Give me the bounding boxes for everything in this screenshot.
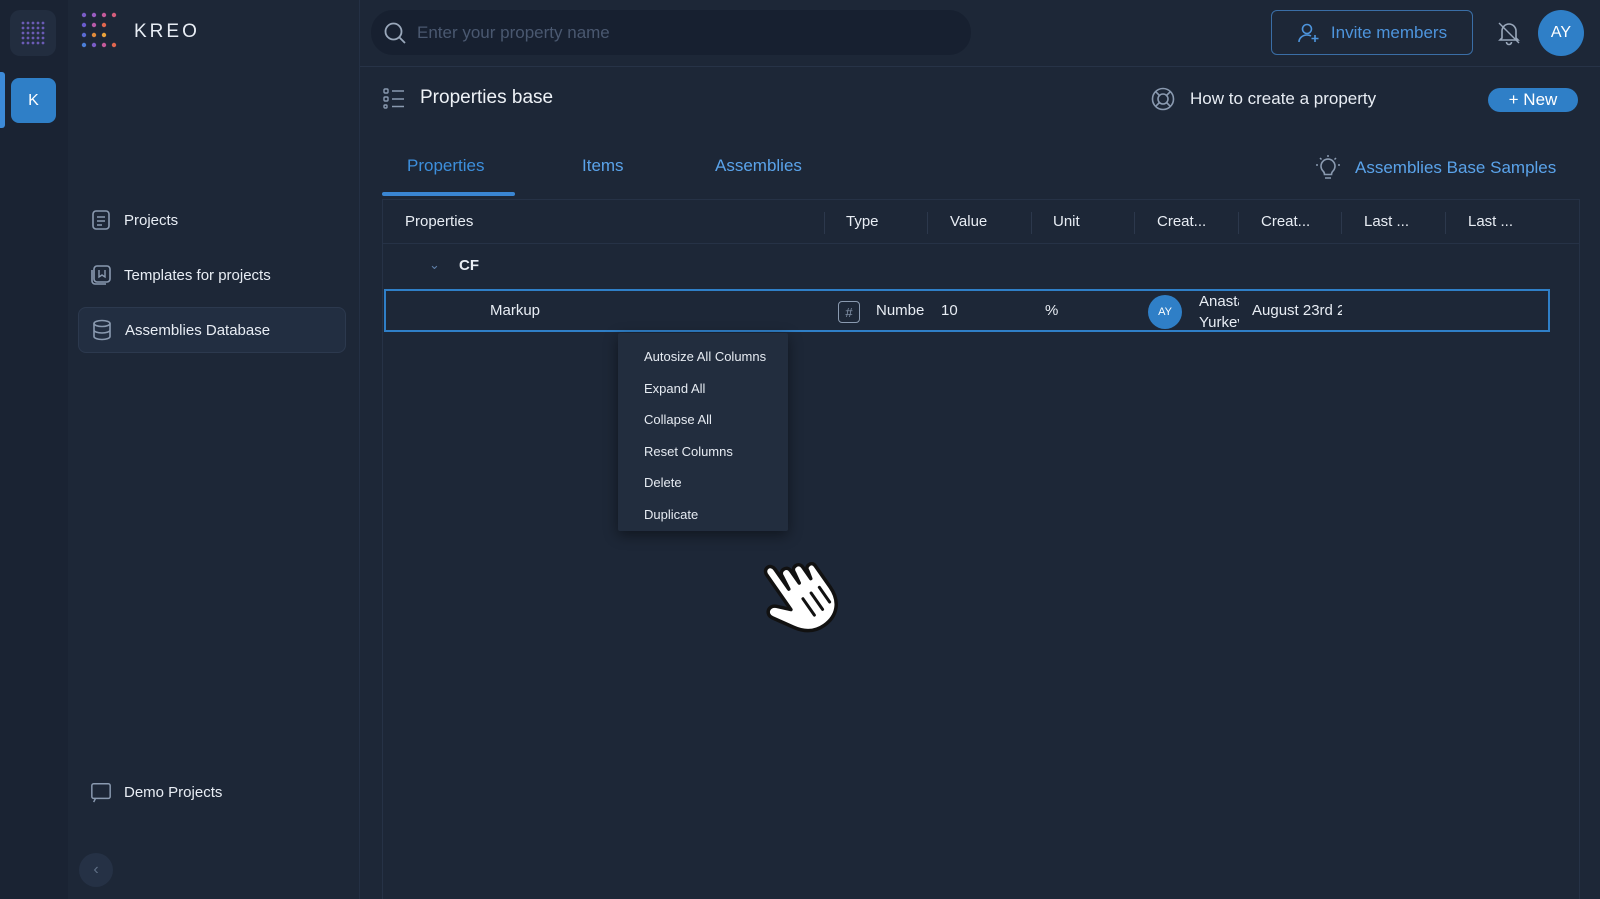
- templates-icon: [90, 264, 112, 286]
- sidebar-item-projects[interactable]: Projects: [78, 197, 346, 243]
- column-separator[interactable]: [927, 212, 928, 234]
- chevron-left-icon: ‹: [93, 861, 99, 878]
- column-header-last-edited-at[interactable]: Last ...: [1468, 213, 1513, 230]
- add-user-icon: [1298, 23, 1319, 42]
- kreo-logo-icon: [81, 12, 117, 48]
- column-separator[interactable]: [1445, 212, 1446, 234]
- chevron-down-icon[interactable]: ⌄: [429, 257, 440, 273]
- group-row[interactable]: ⌄ CF: [383, 244, 1579, 288]
- lightbulb-icon: [1316, 155, 1340, 179]
- tab-properties[interactable]: Properties: [407, 156, 484, 176]
- sidebar-item-label: Assemblies Database: [125, 321, 271, 339]
- search-icon: [384, 22, 406, 44]
- creator-avatar: AY: [1148, 295, 1182, 329]
- column-header-created-at[interactable]: Creat...: [1261, 213, 1310, 230]
- sidebar-item-label: Projects: [124, 211, 179, 229]
- main-content: Properties base How to create a property…: [360, 68, 1600, 899]
- page-header: Properties base: [382, 86, 553, 110]
- creator-first-name: Anastasia: [1199, 293, 1239, 310]
- column-header-last-edited-by[interactable]: Last ...: [1364, 213, 1409, 230]
- list-icon: [383, 88, 404, 109]
- column-separator[interactable]: [1031, 212, 1032, 234]
- column-header-created-by[interactable]: Creat...: [1157, 213, 1206, 230]
- column-separator[interactable]: [1238, 212, 1239, 234]
- grid-header: Properties Type Value Unit Creat... Crea…: [383, 199, 1579, 244]
- page-title: Properties base: [420, 87, 554, 108]
- sidebar-item-label: Demo Projects: [124, 783, 223, 801]
- projects-icon: [90, 209, 112, 231]
- workspace-button[interactable]: K: [11, 78, 56, 123]
- invite-members-button[interactable]: Invite members: [1271, 10, 1473, 55]
- notifications-bell-icon[interactable]: [1496, 20, 1522, 46]
- invite-members-label: Invite members: [1330, 22, 1448, 42]
- samples-link-label: Assemblies Base Samples: [1355, 158, 1557, 177]
- sidebar-item-assemblies-database[interactable]: Assemblies Database: [78, 307, 346, 353]
- assemblies-base-samples-link[interactable]: Assemblies Base Samples: [1315, 154, 1556, 182]
- search-bar: [371, 10, 971, 55]
- tab-items[interactable]: Items: [582, 156, 624, 176]
- brand-logo: KREO: [80, 11, 200, 53]
- sidebar: KREO Projects Templates for projects Ass…: [68, 0, 360, 899]
- column-header-properties[interactable]: Properties: [405, 213, 473, 230]
- cell-creator-name: Anastasia Yurkevich: [1199, 291, 1239, 333]
- cell-unit[interactable]: %: [1045, 302, 1058, 319]
- cell-type: Numbe: [876, 302, 925, 319]
- column-header-type[interactable]: Type: [846, 213, 879, 230]
- cell-property-name: Markup: [490, 302, 541, 319]
- column-separator[interactable]: [1341, 212, 1342, 234]
- column-header-value[interactable]: Value: [950, 213, 987, 230]
- brand-name: KREO: [134, 21, 200, 42]
- sidebar-item-templates[interactable]: Templates for projects: [78, 252, 346, 298]
- sidebar-item-demo-projects[interactable]: Demo Projects: [78, 769, 346, 815]
- number-type-icon: #: [838, 301, 860, 323]
- app-menu-icon[interactable]: [10, 10, 56, 56]
- column-separator[interactable]: [1134, 212, 1135, 234]
- context-menu: Autosize All Columns Expand All Collapse…: [618, 333, 788, 531]
- group-label: CF: [459, 257, 479, 274]
- hand-cursor-icon: [763, 562, 838, 633]
- search-input[interactable]: [417, 22, 937, 43]
- menu-item-reset-columns[interactable]: Reset Columns: [618, 436, 788, 468]
- properties-grid: Properties Type Value Unit Creat... Crea…: [382, 199, 1580, 899]
- cell-value[interactable]: 10: [941, 302, 958, 319]
- menu-item-delete[interactable]: Delete: [618, 467, 788, 499]
- sidebar-item-label: Templates for projects: [124, 266, 271, 284]
- cell-created-date: August 23rd 2: [1252, 302, 1342, 319]
- menu-item-collapse-all[interactable]: Collapse All: [618, 404, 788, 436]
- menu-item-autosize-all-columns[interactable]: Autosize All Columns: [618, 341, 788, 373]
- creator-last-name: Yurkevich: [1199, 314, 1239, 331]
- how-to-create-property-link[interactable]: How to create a property: [1150, 86, 1376, 112]
- workspace-rail: K: [0, 0, 68, 899]
- top-bar: Invite members AY: [360, 0, 1600, 67]
- active-tab-underline: [382, 192, 515, 196]
- menu-item-expand-all[interactable]: Expand All: [618, 373, 788, 405]
- collapse-sidebar-button[interactable]: ‹: [79, 853, 113, 887]
- database-icon: [91, 319, 113, 341]
- column-separator[interactable]: [824, 212, 825, 234]
- menu-item-duplicate[interactable]: Duplicate: [618, 499, 788, 531]
- new-property-button[interactable]: + New: [1488, 88, 1578, 112]
- table-row[interactable]: Markup # Numbe 10 % AY Anastasia Yurkevi…: [384, 289, 1550, 332]
- user-avatar[interactable]: AY: [1538, 10, 1584, 56]
- demo-icon: [90, 781, 112, 803]
- help-link-label: How to create a property: [1190, 89, 1377, 108]
- column-header-unit[interactable]: Unit: [1053, 213, 1080, 230]
- lifebuoy-icon: [1151, 87, 1175, 111]
- active-workspace-indicator: [0, 72, 5, 128]
- tab-assemblies[interactable]: Assemblies: [715, 156, 802, 176]
